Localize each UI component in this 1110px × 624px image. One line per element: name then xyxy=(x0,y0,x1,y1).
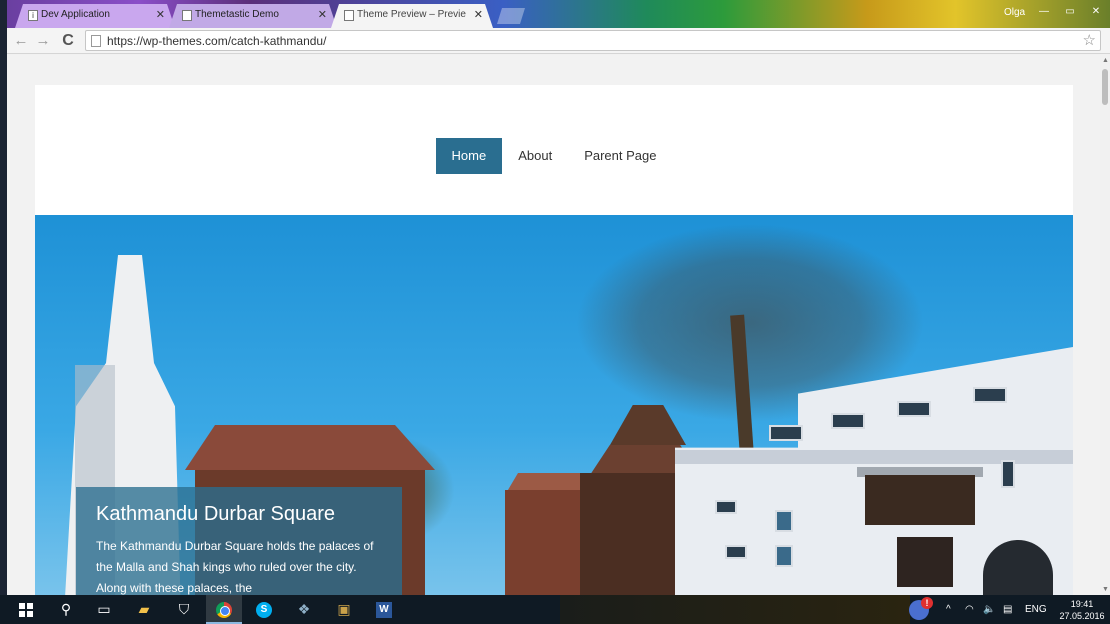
tab-title: Theme Preview – Previe xyxy=(357,9,466,20)
nav-parent-page[interactable]: Parent Page xyxy=(568,138,672,174)
slide-text: The Kathmandu Durbar Square holds the pa… xyxy=(96,539,374,595)
taskbar-background xyxy=(560,595,910,624)
tab-dev-application[interactable]: i Dev Application ✕ xyxy=(15,4,175,28)
address-bar[interactable]: https://wp-themes.com/catch-kathmandu/ ☆… xyxy=(85,30,1101,51)
palace-window xyxy=(831,413,865,429)
info-favicon-icon: i xyxy=(28,10,38,21)
slide-caption: Kathmandu Durbar Square The Kathmandu Du… xyxy=(76,487,402,595)
word-icon[interactable]: W xyxy=(366,595,402,624)
windows-start-icon[interactable] xyxy=(8,595,44,624)
task-view-icon[interactable]: ▭ xyxy=(86,595,122,624)
minimize-icon[interactable]: — xyxy=(1031,4,1057,20)
page-favicon-icon xyxy=(182,10,192,21)
wifi-icon[interactable]: ◠ xyxy=(965,595,974,624)
chrome-logo-icon xyxy=(216,602,232,619)
palace-window xyxy=(973,387,1007,403)
tab-title: Dev Application xyxy=(41,9,110,20)
palace-window xyxy=(769,425,803,441)
browser-window: i Dev Application ✕ Themetastic Demo ✕ T… xyxy=(7,0,1110,595)
maximize-icon[interactable]: ▭ xyxy=(1057,4,1083,20)
palace-window xyxy=(897,401,931,417)
alert-badge-icon: ! xyxy=(921,597,933,609)
show-hidden-icons-icon[interactable]: ^ xyxy=(946,595,951,624)
app-icon[interactable]: ❖ xyxy=(286,595,322,624)
page-favicon-icon xyxy=(344,10,354,21)
clock-time: 19:41 xyxy=(1070,599,1094,609)
hero-slider-image: Kathmandu Durbar Square The Kathmandu Du… xyxy=(35,215,1073,595)
scrollbar-thumb[interactable] xyxy=(1102,69,1108,105)
palace-window xyxy=(725,545,747,559)
new-tab-button[interactable] xyxy=(497,8,525,24)
back-arrow-icon[interactable]: ← xyxy=(11,31,31,51)
input-language[interactable]: ENG xyxy=(1025,595,1047,624)
chrome-icon[interactable] xyxy=(206,595,242,624)
bookmark-star-icon[interactable]: ☆ xyxy=(1083,31,1096,49)
scroll-down-icon[interactable]: ▼ xyxy=(1102,586,1109,593)
profile-name[interactable]: Olga xyxy=(1004,7,1025,18)
page-icon xyxy=(91,35,101,47)
wooden-balcony xyxy=(865,475,975,525)
browser-toolbar: ← → C https://wp-themes.com/catch-kathma… xyxy=(7,28,1110,54)
clock-date: 27.05.2016 xyxy=(1059,611,1105,621)
tab-strip: i Dev Application ✕ Themetastic Demo ✕ T… xyxy=(7,0,1110,28)
action-center-icon[interactable]: ▤ xyxy=(1003,595,1012,624)
close-tab-icon[interactable]: ✕ xyxy=(156,4,165,26)
forward-arrow-icon[interactable]: → xyxy=(33,31,53,51)
tab-theme-preview[interactable]: Theme Preview – Previe ✕ xyxy=(331,4,493,28)
page-viewport: Home About Parent Page Kathmandu Durbar … xyxy=(7,55,1110,595)
windows-logo-icon xyxy=(19,603,33,618)
word-logo-icon: W xyxy=(376,602,392,619)
store-icon[interactable]: ⛉ xyxy=(166,595,202,624)
site-navigation: Home About Parent Page xyxy=(35,138,1073,174)
tab-title: Themetastic Demo xyxy=(195,9,279,20)
app-icon[interactable]: ▣ xyxy=(326,595,362,624)
windows-taskbar: ⚲ ▭ ▰ ⛉ S ❖ ▣ W ! ^ ◠ 🔈 ▤ ENG 19:41 27.0… xyxy=(0,595,1110,624)
volume-icon[interactable]: 🔈 xyxy=(983,595,995,624)
palace-window xyxy=(775,545,793,567)
scroll-up-icon[interactable]: ▲ xyxy=(1102,57,1109,64)
site-container: Home About Parent Page Kathmandu Durbar … xyxy=(35,85,1073,595)
reload-icon[interactable]: C xyxy=(58,31,78,51)
palace-window xyxy=(775,510,793,532)
close-tab-icon[interactable]: ✕ xyxy=(474,4,483,26)
palace-window xyxy=(715,500,737,514)
tab-themetastic-demo[interactable]: Themetastic Demo ✕ xyxy=(169,4,337,28)
skype-icon[interactable]: S xyxy=(246,595,282,624)
file-explorer-icon[interactable]: ▰ xyxy=(126,595,162,624)
palace-window xyxy=(1001,460,1015,488)
close-tab-icon[interactable]: ✕ xyxy=(318,4,327,26)
close-window-icon[interactable]: ✕ xyxy=(1083,4,1109,20)
url-text[interactable]: https://wp-themes.com/catch-kathmandu/ xyxy=(107,34,326,48)
nav-home[interactable]: Home xyxy=(435,138,503,174)
clock[interactable]: 19:41 27.05.2016 xyxy=(1057,598,1107,622)
page-scrollbar[interactable]: ▲ ▼ xyxy=(1100,55,1110,595)
nav-about[interactable]: About xyxy=(502,138,568,174)
skype-logo-icon: S xyxy=(256,602,272,619)
slide-title: Kathmandu Durbar Square xyxy=(96,503,336,525)
temple-roof xyxy=(185,425,435,470)
search-icon[interactable]: ⚲ xyxy=(48,595,84,624)
palace-door xyxy=(897,537,953,587)
